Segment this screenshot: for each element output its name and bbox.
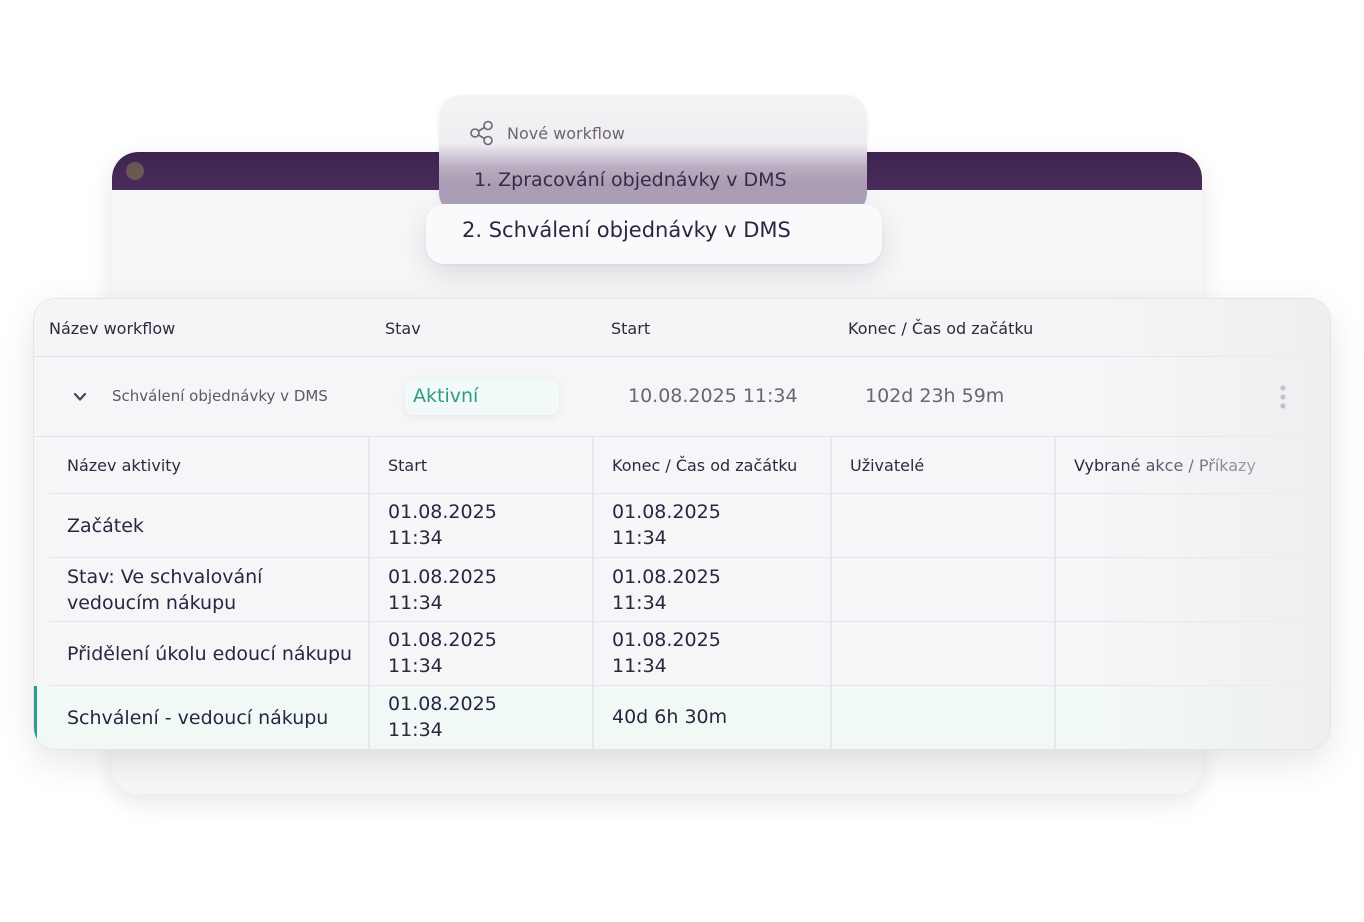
column-divider <box>1054 437 1056 749</box>
workflow-option-1[interactable]: 1. Zpracování objednávky v DMS <box>474 169 787 191</box>
activity-elapsed: 40d 6h 30m <box>612 706 728 728</box>
column-divider <box>830 437 832 749</box>
new-workflow-header[interactable]: Nové workflow <box>469 119 625 147</box>
workflow-table-card: Název workflow Stav Start Konec / Čas od… <box>33 298 1331 750</box>
activity-name-line: Stav: Ve schvalování <box>67 566 263 588</box>
activity-name[interactable]: Začátek <box>67 513 144 539</box>
activity-name[interactable]: Schválení - vedoucí nákupu <box>67 705 328 731</box>
activity-start-time: 11:34 <box>388 655 443 677</box>
activity-end: 01.08.2025 11:34 <box>612 627 721 679</box>
activity-end-date: 01.08.2025 <box>612 501 721 523</box>
activity-start-date: 01.08.2025 <box>388 693 497 715</box>
activity-header-name: Název aktivity <box>67 456 182 475</box>
activity-start: 01.08.2025 11:34 <box>388 627 497 679</box>
row-divider <box>49 493 1314 494</box>
activity-start: 01.08.2025 11:34 <box>388 691 497 743</box>
status-badge: Aktivní <box>405 379 559 415</box>
activity-start-date: 01.08.2025 <box>388 566 497 588</box>
row-divider <box>49 685 1314 686</box>
header-end: Konec / Čas od začátku <box>848 319 1034 338</box>
activity-start-date: 01.08.2025 <box>388 501 497 523</box>
activity-end-time: 11:34 <box>612 592 667 614</box>
activity-name[interactable]: Stav: Ve schvalování vedoucím nákupu <box>67 564 262 616</box>
chevron-down-icon[interactable] <box>72 389 88 405</box>
activity-header-end: Konec / Čas od začátku <box>612 456 798 475</box>
workflow-table-header: Název workflow Stav Start Konec / Čas od… <box>34 299 1330 357</box>
activity-start-time: 11:34 <box>388 527 443 549</box>
workflow-option-2[interactable]: 2. Schválení objednávky v DMS <box>426 204 882 264</box>
activity-end: 40d 6h 30m <box>612 704 727 730</box>
activity-end-date: 01.08.2025 <box>612 629 721 651</box>
activity-header-actions: Vybrané akce / Příkazy <box>1074 456 1256 475</box>
column-divider <box>368 437 370 749</box>
activity-name-line: Schválení - vedoucí nákupu <box>67 707 329 729</box>
activity-end: 01.08.2025 11:34 <box>612 499 721 551</box>
activity-start-time: 11:34 <box>388 592 443 614</box>
app-logo <box>126 162 144 180</box>
activity-end-time: 11:34 <box>612 655 667 677</box>
column-divider <box>592 437 594 749</box>
activity-start-date: 01.08.2025 <box>388 629 497 651</box>
header-start: Start <box>611 319 651 338</box>
activity-name[interactable]: Přidělení úkolu edoucí nákupu <box>67 641 352 667</box>
activity-name-line: vedoucím nákupu <box>67 592 237 614</box>
activity-header-users: Uživatelé <box>850 456 925 475</box>
new-workflow-label: Nové workflow <box>507 123 625 143</box>
activity-start-time: 11:34 <box>388 719 443 741</box>
workflow-elapsed: 102d 23h 59m <box>865 385 1005 407</box>
workflow-dropdown: Nové workflow 1. Zpracování objednávky v… <box>439 95 867 215</box>
header-status: Stav <box>385 319 421 338</box>
workflow-start: 10.08.2025 11:34 <box>628 385 798 407</box>
workflow-row[interactable]: Schválení objednávky v DMS Aktivní 10.08… <box>34 357 1330 437</box>
activity-end-date: 01.08.2025 <box>612 566 721 588</box>
activity-table: Název aktivity Start Konec / Čas od začá… <box>34 437 1330 749</box>
row-divider <box>49 621 1314 622</box>
activity-end-time: 11:34 <box>612 527 667 549</box>
activity-start: 01.08.2025 11:34 <box>388 499 497 551</box>
share-nodes-icon <box>470 120 493 146</box>
header-workflow-name: Název workflow <box>49 319 176 338</box>
workflow-name: Schválení objednávky v DMS <box>112 387 328 405</box>
more-vertical-icon[interactable] <box>1270 383 1296 413</box>
activity-name-line: Přidělení úkolu edoucí nákupu <box>67 643 353 665</box>
activity-end: 01.08.2025 11:34 <box>612 564 721 616</box>
activity-name-line: Začátek <box>67 515 144 537</box>
activity-header-start: Start <box>388 456 428 475</box>
row-divider <box>49 557 1314 558</box>
activity-start: 01.08.2025 11:34 <box>388 564 497 616</box>
